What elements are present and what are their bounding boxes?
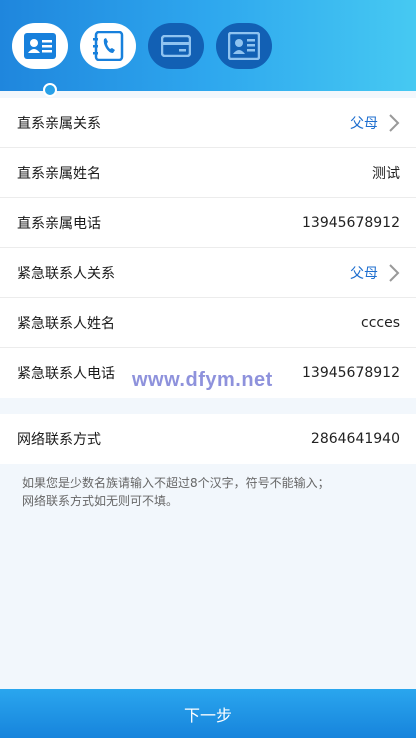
emergency-name-label: 紧急联系人姓名 (17, 315, 115, 332)
network-contact-row[interactable]: 网络联系方式 2864641940 (0, 414, 416, 464)
id-card-icon (24, 33, 56, 59)
network-section: 网络联系方式 2864641940 (0, 414, 416, 464)
phone-contact-icon (93, 31, 124, 61)
relative-phone-label: 直系亲属电话 (17, 215, 101, 232)
emergency-relation-row[interactable]: 紧急联系人关系 父母 (0, 248, 416, 298)
network-contact-field[interactable]: 2864641940 (311, 431, 400, 447)
relative-phone-row[interactable]: 直系亲属电话 13945678912 (0, 198, 416, 248)
relatives-section: 直系亲属关系 父母 直系亲属姓名 测试 直系亲属电话 13945678912 紧… (0, 98, 416, 398)
relative-name-field[interactable]: 测试 (372, 163, 400, 183)
relative-phone-field[interactable]: 13945678912 (302, 215, 400, 231)
emergency-relation-label: 紧急联系人关系 (17, 265, 115, 282)
watermark: www.dfym.net (132, 369, 273, 391)
step-identity[interactable] (12, 23, 68, 97)
chevron-right-icon (389, 263, 400, 282)
network-contact-label: 网络联系方式 (17, 432, 101, 448)
relative-relation-select[interactable]: 父母 (350, 113, 400, 133)
step-profile[interactable] (216, 23, 272, 69)
step-contacts[interactable] (80, 23, 136, 69)
bank-card-icon (161, 35, 191, 57)
emergency-phone-field[interactable]: 13945678912 (302, 365, 400, 381)
profile-card-icon (228, 32, 260, 60)
relative-relation-value: 父母 (350, 115, 378, 132)
progress-header (0, 0, 416, 97)
relative-name-label: 直系亲属姓名 (17, 165, 101, 182)
next-step-button[interactable]: 下一步 (0, 689, 416, 738)
step-bank-card[interactable] (148, 23, 204, 69)
relative-relation-label: 直系亲属关系 (17, 115, 101, 132)
chevron-right-icon (389, 113, 400, 132)
current-step-indicator (43, 83, 57, 97)
emergency-relation-value: 父母 (350, 265, 378, 282)
emergency-name-field[interactable]: ccces (361, 315, 400, 331)
emergency-name-row[interactable]: 紧急联系人姓名 ccces (0, 298, 416, 348)
relative-relation-row[interactable]: 直系亲属关系 父母 (0, 98, 416, 148)
input-tip: 如果您是少数名族请输入不超过8个汉字，符号不能输入； 网络联系方式如无则可不填。 (22, 476, 330, 508)
emergency-phone-label: 紧急联系人电话 (17, 366, 115, 382)
relative-name-row[interactable]: 直系亲属姓名 测试 (0, 148, 416, 198)
emergency-relation-select[interactable]: 父母 (350, 263, 400, 283)
